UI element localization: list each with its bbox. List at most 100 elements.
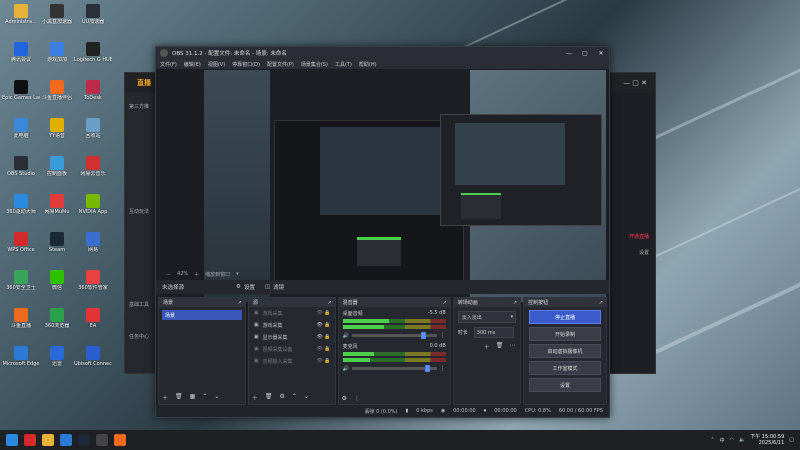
- volume-slider[interactable]: [351, 365, 437, 372]
- notification-icon[interactable]: ▢: [789, 437, 794, 443]
- ime-indicator[interactable]: 中: [720, 437, 725, 444]
- desktop-icon[interactable]: 360浏览器: [38, 306, 76, 336]
- desktop-icon[interactable]: Epic Games Launcher: [2, 78, 40, 108]
- visibility-lock-icon[interactable]: 👁 🔒: [316, 322, 330, 328]
- filter-icon[interactable]: ◫: [265, 284, 270, 290]
- filter-icon[interactable]: ▦: [190, 393, 196, 402]
- desktop-icon[interactable]: 回收站: [74, 116, 112, 146]
- sidebar-label[interactable]: 基础工具: [129, 301, 149, 308]
- control-button[interactable]: 开始录制: [529, 327, 601, 341]
- arrow-up-icon[interactable]: ⌃: [202, 393, 207, 402]
- wps-icon[interactable]: [24, 434, 36, 446]
- advanced-audio-icon[interactable]: ⚙: [342, 395, 347, 402]
- gear-icon[interactable]: ⚙: [236, 284, 241, 290]
- desktop-icon[interactable]: OBS Studio: [2, 154, 40, 184]
- source-item[interactable]: ▣ 视频采集设备 👁 🔒: [249, 343, 335, 355]
- visibility-lock-icon[interactable]: 👁 🔒: [316, 358, 330, 364]
- windows-icon[interactable]: [6, 434, 18, 446]
- menu-item[interactable]: 场景集合(S): [301, 61, 328, 68]
- desktop-icon[interactable]: 控制面板: [38, 154, 76, 184]
- desktop-icon[interactable]: Microsoft Edge: [2, 344, 40, 374]
- desktop-icon[interactable]: ToDesk: [74, 78, 112, 108]
- desktop-icon[interactable]: WPS Office: [2, 230, 40, 260]
- more-icon[interactable]: ⋮: [440, 332, 446, 339]
- gear-icon[interactable]: ⚙: [279, 393, 284, 402]
- control-button[interactable]: 停止直播: [529, 310, 601, 324]
- steam-icon[interactable]: [78, 434, 90, 446]
- arrow-down-icon[interactable]: ⌄: [214, 393, 219, 402]
- desktop-icon[interactable]: 360软件管家: [74, 268, 112, 298]
- add-icon[interactable]: ＋: [162, 393, 168, 402]
- clock[interactable]: 下午 15:00:59 2025/6/11: [750, 434, 784, 446]
- desktop-icon[interactable]: UU加速器: [74, 2, 112, 32]
- filters-button[interactable]: 滤镜: [273, 283, 284, 291]
- minimize-icon[interactable]: —: [561, 50, 577, 57]
- dock-float-icon[interactable]: ↗: [443, 300, 447, 306]
- control-button[interactable]: 设置: [529, 378, 601, 392]
- dock-float-icon[interactable]: ↗: [513, 300, 517, 306]
- zoom-out-icon[interactable]: －: [166, 271, 171, 278]
- duration-input[interactable]: 300 ms: [473, 327, 514, 338]
- desktop-icon[interactable]: 迅雷: [38, 344, 76, 374]
- desktop-icon[interactable]: 此电脑: [2, 116, 40, 146]
- more-icon[interactable]: ⋯: [509, 342, 515, 351]
- arrow-down-icon[interactable]: ⌄: [304, 393, 309, 402]
- arrow-up-icon[interactable]: ⌃: [292, 393, 297, 402]
- menu-item[interactable]: 工具(T): [335, 61, 352, 68]
- source-item[interactable]: ▣ 游戏采集 👁 🔒: [249, 319, 335, 331]
- source-item[interactable]: ▣ 音频输入采集 👁 🔒: [249, 355, 335, 367]
- desktop-icon[interactable]: 小黑盒加速器: [38, 2, 76, 32]
- volume-slider[interactable]: [351, 332, 437, 339]
- dock-float-icon[interactable]: ↗: [238, 300, 242, 306]
- desktop-icon[interactable]: Administra...: [2, 2, 40, 32]
- douyu-icon[interactable]: [114, 434, 126, 446]
- desktop-icon[interactable]: 游戏加加: [38, 40, 76, 70]
- desktop-icon[interactable]: 网易: [74, 230, 112, 260]
- add-icon[interactable]: ＋: [484, 342, 490, 351]
- control-button[interactable]: 工作室模式: [529, 361, 601, 375]
- desktop-icon[interactable]: 微信: [38, 268, 76, 298]
- desktop-icon[interactable]: 斗鱼直播伴侣: [38, 78, 76, 108]
- desktop-icon[interactable]: 360安全卫士: [2, 268, 40, 298]
- menu-item[interactable]: 帮助(H): [359, 61, 377, 68]
- volume-slider-handle[interactable]: [425, 365, 431, 372]
- explorer-icon[interactable]: [42, 434, 54, 446]
- desktop-icon[interactable]: Logitech G HUB: [74, 40, 112, 70]
- trash-icon[interactable]: 🗑: [496, 342, 504, 351]
- desktop-icon[interactable]: EA: [74, 306, 112, 336]
- edge-icon[interactable]: [60, 434, 72, 446]
- desktop-icon[interactable]: 斗鱼直播: [2, 306, 40, 336]
- dock-float-icon[interactable]: ↗: [599, 300, 603, 306]
- trash-icon[interactable]: 🗑: [265, 393, 273, 402]
- open-live-link[interactable]: 开通直播: [629, 233, 649, 240]
- chevron-up-icon[interactable]: ⌃: [710, 437, 714, 443]
- obs-window[interactable]: OBS 31.1.2 - 配置文件: 未命名 - 场景: 未命名 — ▢ ✕ 文…: [155, 46, 610, 418]
- sidebar-label[interactable]: 互动玩法: [129, 208, 149, 215]
- window-controls-icon[interactable]: — ▢ ✕: [623, 79, 647, 87]
- control-button[interactable]: 启动虚拟摄像机: [529, 344, 601, 358]
- add-icon[interactable]: ＋: [252, 393, 258, 402]
- dock-float-icon[interactable]: ↗: [327, 300, 331, 306]
- visibility-lock-icon[interactable]: 👁 🔒: [316, 310, 330, 316]
- scene-item[interactable]: 场景: [162, 310, 242, 320]
- desktop-icon[interactable]: Steam: [38, 230, 76, 260]
- speaker-icon[interactable]: 🔊: [343, 333, 349, 339]
- sidebar-label[interactable]: 任务中心: [129, 333, 149, 340]
- obs-preview[interactable]: [204, 70, 606, 302]
- more-icon[interactable]: ⋮: [354, 395, 360, 402]
- desktop-icon[interactable]: NVIDIA App: [74, 192, 112, 222]
- sidebar-label[interactable]: 第三方推: [129, 103, 149, 110]
- volume-slider-handle[interactable]: [421, 332, 427, 339]
- zoom-fit-dropdown[interactable]: 缩放到窗口: [205, 271, 230, 278]
- desktop-icon[interactable]: Ubisoft Connect: [74, 344, 112, 374]
- volume-icon[interactable]: 🔈: [739, 437, 745, 443]
- trash-icon[interactable]: 🗑: [175, 393, 183, 402]
- desktop-icon[interactable]: 腾讯会议: [2, 40, 40, 70]
- speaker-icon[interactable]: 🔊: [343, 366, 349, 372]
- maximize-icon[interactable]: ▢: [577, 50, 593, 57]
- desktop-icon[interactable]: 360驱动大师: [2, 192, 40, 222]
- desktop-icon[interactable]: 网易MuMu: [38, 192, 76, 222]
- wifi-icon[interactable]: ◠: [730, 437, 734, 443]
- desktop-icon[interactable]: 网易云音乐: [74, 154, 112, 184]
- desktop-icon[interactable]: YY语音: [38, 116, 76, 146]
